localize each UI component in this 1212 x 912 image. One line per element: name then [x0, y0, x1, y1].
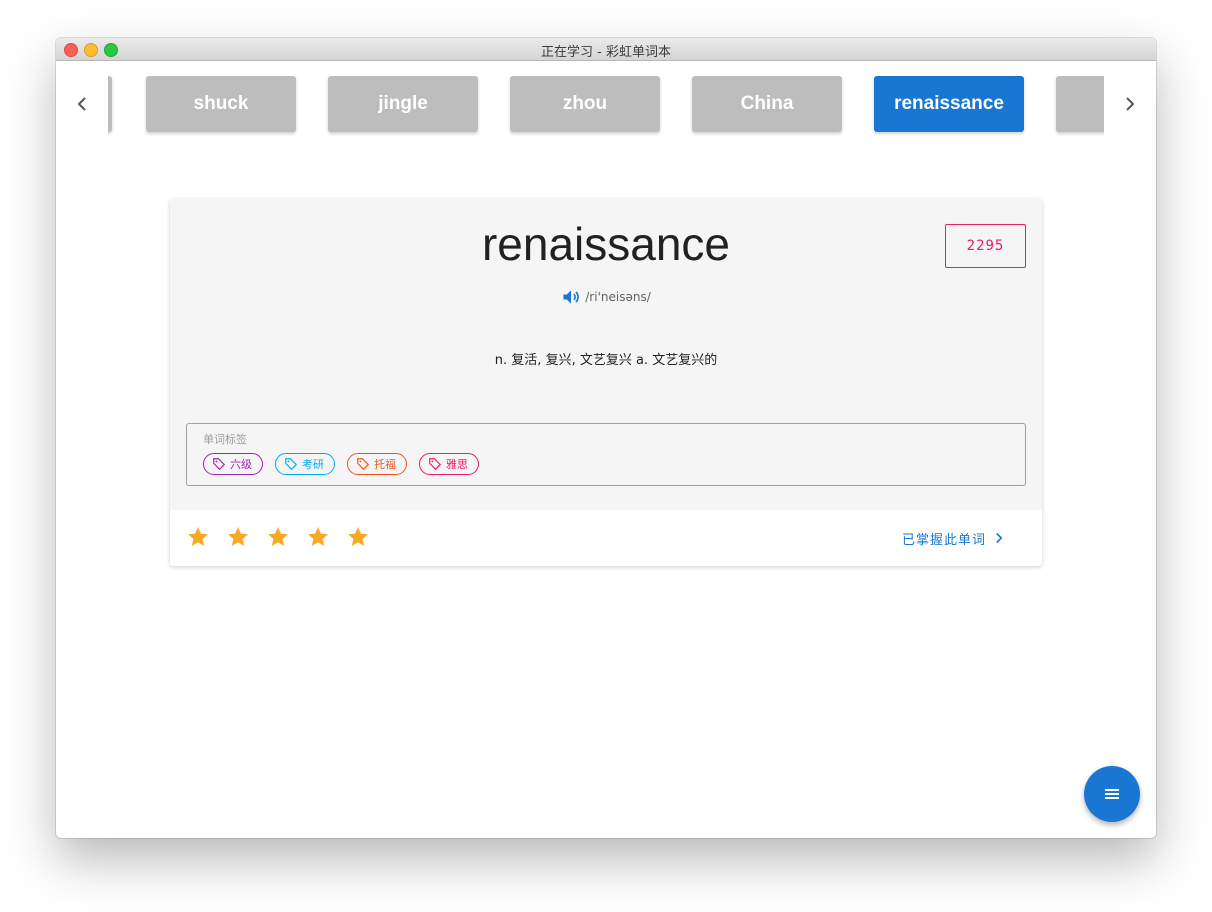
- count-badge: 2295: [945, 224, 1026, 268]
- word-meaning: n. 复活, 复兴, 文艺复兴 a. 文艺复兴的: [494, 353, 718, 368]
- app-window: 正在学习 - 彩虹单词本 shuck jingle zhou China ren…: [56, 38, 1156, 838]
- word-chip[interactable]: [108, 76, 112, 132]
- word-chip[interactable]: [1056, 76, 1104, 132]
- word-card: renaissance 2295 /ri'neisəns/ n. 复活, 复兴,…: [170, 199, 1042, 566]
- word-card-body: renaissance 2295 /ri'neisəns/ n. 复活, 复兴,…: [170, 199, 1042, 510]
- star-icon[interactable]: [226, 525, 250, 549]
- menu-fab-button[interactable]: [1084, 766, 1140, 822]
- speaker-icon[interactable]: [561, 287, 581, 307]
- star-icon[interactable]: [266, 525, 290, 549]
- tag-icon: [357, 458, 370, 471]
- tags-row: 六级 考研 托福 雅思: [203, 453, 479, 475]
- word-chip[interactable]: shuck: [146, 76, 296, 132]
- tag-chip[interactable]: 雅思: [419, 453, 479, 475]
- word-strip: shuck jingle zhou China renaissance: [108, 76, 1104, 136]
- tag-chip[interactable]: 托福: [347, 453, 407, 475]
- tag-label: 六级: [230, 458, 252, 471]
- tag-label: 考研: [302, 458, 324, 471]
- tag-icon: [285, 458, 298, 471]
- menu-icon: [1105, 789, 1119, 799]
- word-title: renaissance: [481, 218, 731, 270]
- title-bar: 正在学习 - 彩虹单词本: [56, 38, 1156, 61]
- tag-chip[interactable]: 六级: [203, 453, 263, 475]
- phonetic-text: /ri'neisəns/: [585, 290, 651, 304]
- phonetic-row: /ri'neisəns/: [170, 287, 1042, 307]
- star-rating: [186, 525, 370, 549]
- chevron-right-icon: [996, 532, 1003, 544]
- tag-label: 托福: [374, 458, 396, 471]
- mastered-button[interactable]: 已掌握此单词: [902, 527, 1008, 549]
- word-chip[interactable]: China: [692, 76, 842, 132]
- tag-label: 雅思: [446, 458, 468, 471]
- word-chip[interactable]: jingle: [328, 76, 478, 132]
- tag-icon: [429, 458, 442, 471]
- tag-chip[interactable]: 考研: [275, 453, 335, 475]
- star-icon[interactable]: [306, 525, 330, 549]
- window-title: 正在学习 - 彩虹单词本: [541, 45, 671, 60]
- star-icon[interactable]: [186, 525, 210, 549]
- chevron-left-icon[interactable]: [67, 92, 97, 116]
- chevron-right-icon[interactable]: [1115, 92, 1145, 116]
- tag-icon: [213, 458, 226, 471]
- mastered-label: 已掌握此单词: [902, 532, 987, 548]
- word-chip-active[interactable]: renaissance: [874, 76, 1024, 132]
- word-chip[interactable]: zhou: [510, 76, 660, 132]
- tags-label: 单词标签: [203, 433, 247, 446]
- tags-box: 单词标签 六级 考研 托福 雅思: [186, 423, 1026, 486]
- star-icon[interactable]: [346, 525, 370, 549]
